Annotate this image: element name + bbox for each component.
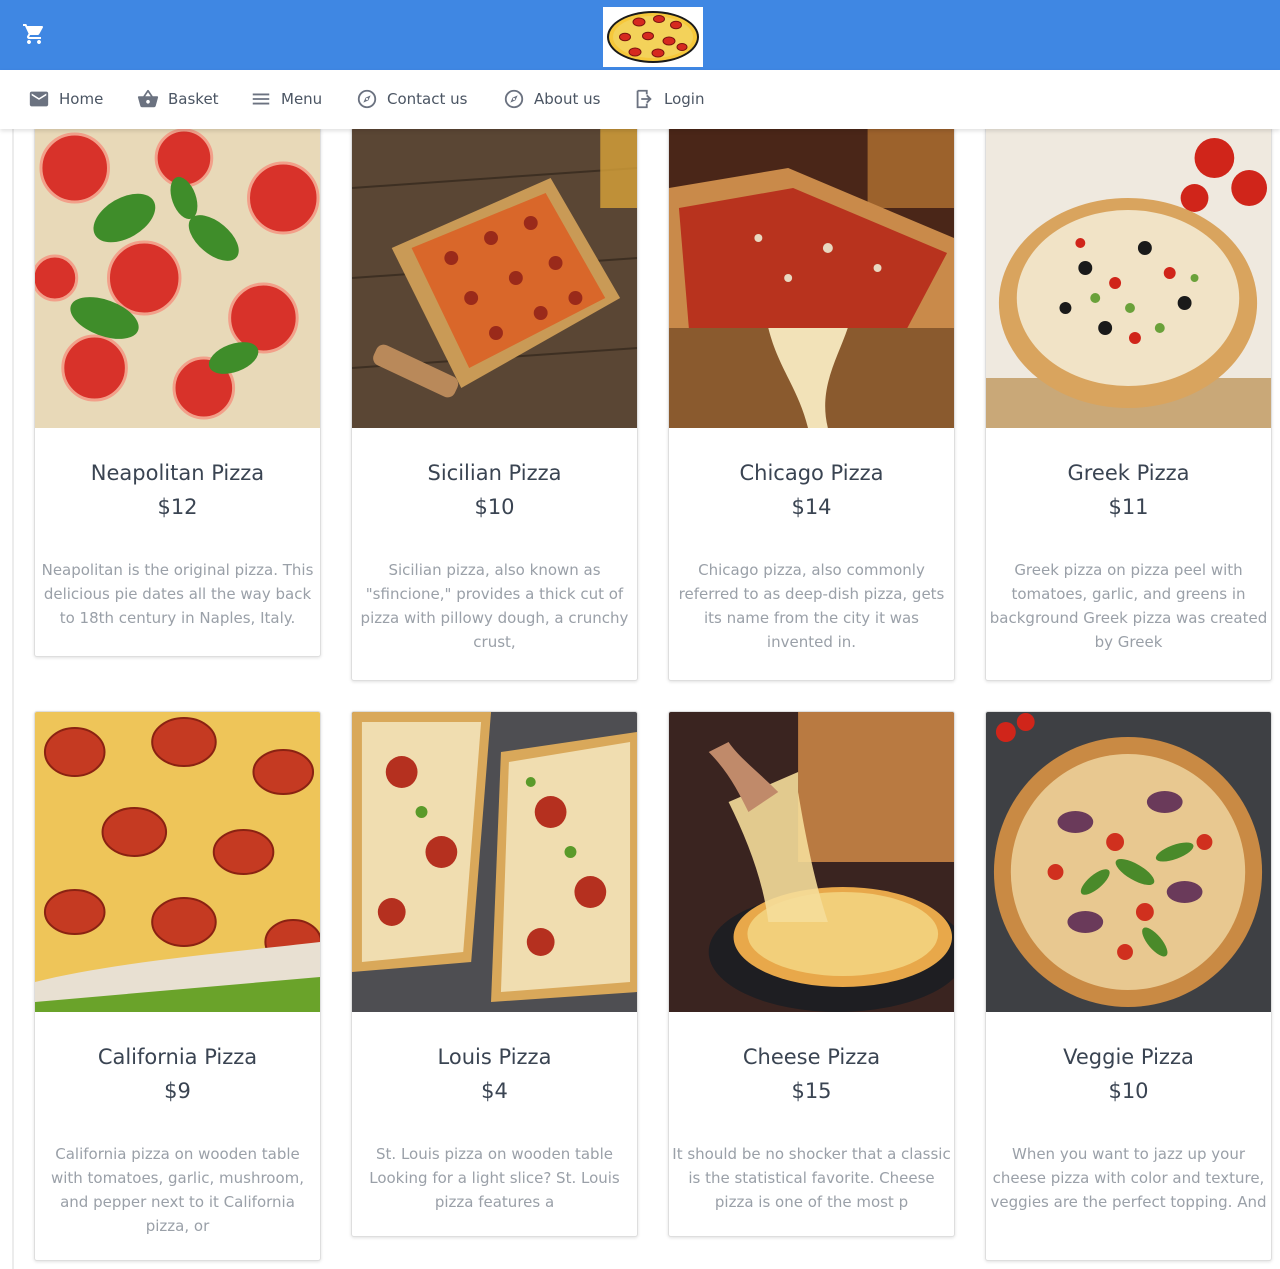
nav-item-home[interactable]: Home [28,70,103,128]
product-name: Veggie Pizza [1063,1045,1194,1069]
product-card-cheese[interactable]: Cheese Pizza $15 It should be no shocker… [668,711,955,1237]
nav-label: Login [664,90,705,108]
pizza-photo [352,712,637,1012]
product-description: Chicago pizza, also commonly referred to… [678,561,945,651]
product-name: Greek Pizza [1067,461,1190,485]
product-name: Cheese Pizza [742,1045,881,1069]
login-icon [633,88,655,110]
product-description: When you want to jazz up your cheese piz… [990,1145,1267,1211]
mail-icon [28,88,50,110]
product-description: Sicilian pizza, also known as "sfincione… [360,561,629,651]
product-description: St. Louis pizza on wooden table Looking … [369,1145,620,1211]
product-price: $10 [474,495,515,519]
pizza-photo [35,712,320,1012]
pizza-logo[interactable] [603,7,703,67]
product-price: $11 [1108,495,1149,519]
nav-item-login[interactable]: Login [633,70,704,128]
nav-item-basket[interactable]: Basket [137,70,219,128]
compass-icon [356,88,378,110]
pizza-photo [352,128,637,428]
product-price: $4 [481,1079,508,1103]
product-price: $12 [157,495,198,519]
top-app-bar [0,0,1280,70]
product-card-sicilian[interactable]: Sicilian Pizza $10 Sicilian pizza, also … [351,127,638,681]
nav-item-menu[interactable]: Menu [250,70,322,128]
pizza-photo [986,128,1271,428]
product-card-chicago[interactable]: Chicago Pizza $14 Chicago pizza, also co… [668,127,955,681]
product-card-neapolitan[interactable]: Neapolitan Pizza $12 Neapolitan is the o… [34,127,321,657]
menu-icon [250,88,272,110]
shopping-cart-icon[interactable] [22,22,46,46]
product-card-california[interactable]: California Pizza $9 California pizza on … [34,711,321,1261]
product-price: $10 [1108,1079,1149,1103]
pizza-photo [986,712,1271,1012]
pizza-photo [669,128,954,428]
pizza-photo [669,712,954,1012]
product-name: Chicago Pizza [739,461,884,485]
product-name: Neapolitan Pizza [90,461,265,485]
nav-label: Home [59,90,104,108]
product-name: California Pizza [97,1045,258,1069]
product-description: Greek pizza on pizza peel with tomatoes,… [989,561,1268,651]
product-price: $9 [164,1079,191,1103]
nav-bar: Home Basket Menu Contact us About us Log… [0,70,1280,129]
product-description: California pizza on wooden table with to… [50,1145,305,1235]
product-description: It should be no shocker that a classic i… [672,1145,951,1211]
nav-label: Menu [281,90,323,108]
basket-icon [137,88,159,110]
pizza-photo [35,128,320,428]
product-name: Sicilian Pizza [427,461,562,485]
product-name: Louis Pizza [437,1045,552,1069]
nav-item-about-us[interactable]: About us [503,70,600,128]
divider [12,129,14,1269]
product-card-louis[interactable]: Louis Pizza $4 St. Louis pizza on wooden… [351,711,638,1237]
nav-label: Basket [168,90,219,108]
product-card-greek[interactable]: Greek Pizza $11 Greek pizza on pizza pee… [985,127,1272,681]
product-description: Neapolitan is the original pizza. This d… [41,561,314,627]
nav-item-contact-us[interactable]: Contact us [356,70,467,128]
nav-label: About us [534,90,601,108]
product-card-veggie[interactable]: Veggie Pizza $10 When you want to jazz u… [985,711,1272,1261]
product-price: $15 [791,1079,832,1103]
nav-label: Contact us [387,90,468,108]
compass-icon [503,88,525,110]
product-price: $14 [791,495,832,519]
